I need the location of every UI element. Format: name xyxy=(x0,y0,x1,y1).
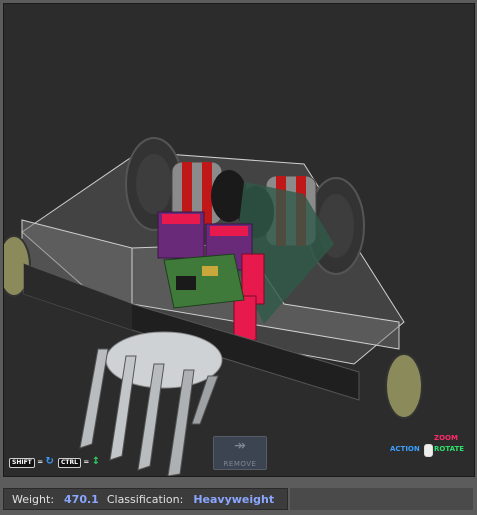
wheel-front-right[interactable] xyxy=(385,353,423,419)
status-bar: Weight: 470.1 Classification: Heavyweight xyxy=(3,488,288,510)
remove-arrow-icon: ↠ xyxy=(234,438,246,454)
shift-key-label: SHIFT xyxy=(9,458,35,468)
remove-button[interactable]: ↠ REMOVE xyxy=(213,436,267,470)
control-board[interactable] xyxy=(163,253,245,309)
robot-editor-window: SHIFT = ↻ CTRL = ↕ ↠ REMOVE ZOOM ACTION … xyxy=(0,0,477,515)
3d-viewport[interactable]: SHIFT = ↻ CTRL = ↕ ↠ REMOVE ZOOM ACTION … xyxy=(3,3,475,477)
camera-controls-legend: ZOOM ACTION ROTATE xyxy=(390,434,470,468)
shift-rotate-hint: SHIFT = ↻ xyxy=(9,456,54,468)
zoom-label: ZOOM xyxy=(434,434,458,442)
robot-model[interactable] xyxy=(4,4,474,476)
status-bar-spacer xyxy=(290,488,473,510)
remove-label: REMOVE xyxy=(223,460,257,468)
weight-label: Weight: xyxy=(12,493,55,506)
ctrl-move-hint: CTRL = ↕ xyxy=(58,456,100,468)
claw-weapon[interactable] xyxy=(79,331,223,476)
action-label: ACTION xyxy=(390,445,420,453)
mouse-icon xyxy=(424,444,433,457)
classification-value: Heavyweight xyxy=(193,493,275,506)
rotate-label: ROTATE xyxy=(434,445,465,453)
classification-label: Classification: xyxy=(106,493,184,506)
rotate-arrow-icon: ↻ xyxy=(45,456,54,467)
weight-value: 470.1 xyxy=(64,493,99,506)
ctrl-key-label: CTRL xyxy=(58,458,81,468)
vertical-arrow-icon: ↕ xyxy=(91,456,101,467)
